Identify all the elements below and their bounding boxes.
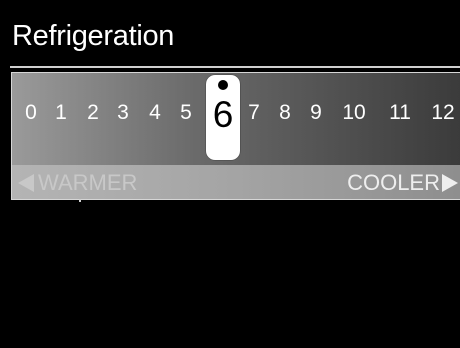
refrigeration-screen: Refrigeration 0 1 2 3 4 5 6 7 8 9 10 11 …: [0, 0, 460, 348]
scale-tick-3[interactable]: 3: [111, 101, 135, 125]
triangle-right-icon: [442, 174, 458, 192]
scale-tick-4[interactable]: 4: [143, 101, 167, 125]
scale-tick-9[interactable]: 9: [304, 101, 328, 125]
scale-tick-2[interactable]: 2: [81, 101, 105, 125]
scale-track[interactable]: 0 1 2 3 4 5 6 7 8 9 10 11 12 6: [12, 73, 460, 165]
scale-tick-1[interactable]: 1: [49, 101, 73, 125]
thumb-dot-icon: [218, 80, 228, 90]
direction-bar: WARMER COOLER: [12, 165, 460, 199]
selected-value: 6: [212, 94, 234, 135]
scale-tick-11[interactable]: 11: [388, 101, 412, 125]
page-title: Refrigeration: [12, 20, 175, 52]
scale-tick-0[interactable]: 0: [19, 101, 43, 125]
warmer-label: WARMER: [38, 170, 138, 195]
scale-tick-10[interactable]: 10: [342, 101, 366, 125]
scale-tick-7[interactable]: 7: [242, 101, 266, 125]
cooler-button[interactable]: COOLER: [347, 170, 458, 196]
title-divider: [10, 66, 460, 68]
slider-thumb[interactable]: 6: [206, 75, 240, 160]
stray-mark: [79, 199, 81, 202]
temperature-slider[interactable]: 0 1 2 3 4 5 6 7 8 9 10 11 12 6 WARMER C: [11, 72, 460, 200]
cooler-label: COOLER: [347, 170, 440, 195]
scale-tick-5[interactable]: 5: [174, 101, 198, 125]
triangle-left-icon: [18, 174, 34, 192]
scale-tick-12[interactable]: 12: [431, 101, 455, 125]
warmer-button[interactable]: WARMER: [18, 170, 137, 196]
scale-tick-8[interactable]: 8: [273, 101, 297, 125]
